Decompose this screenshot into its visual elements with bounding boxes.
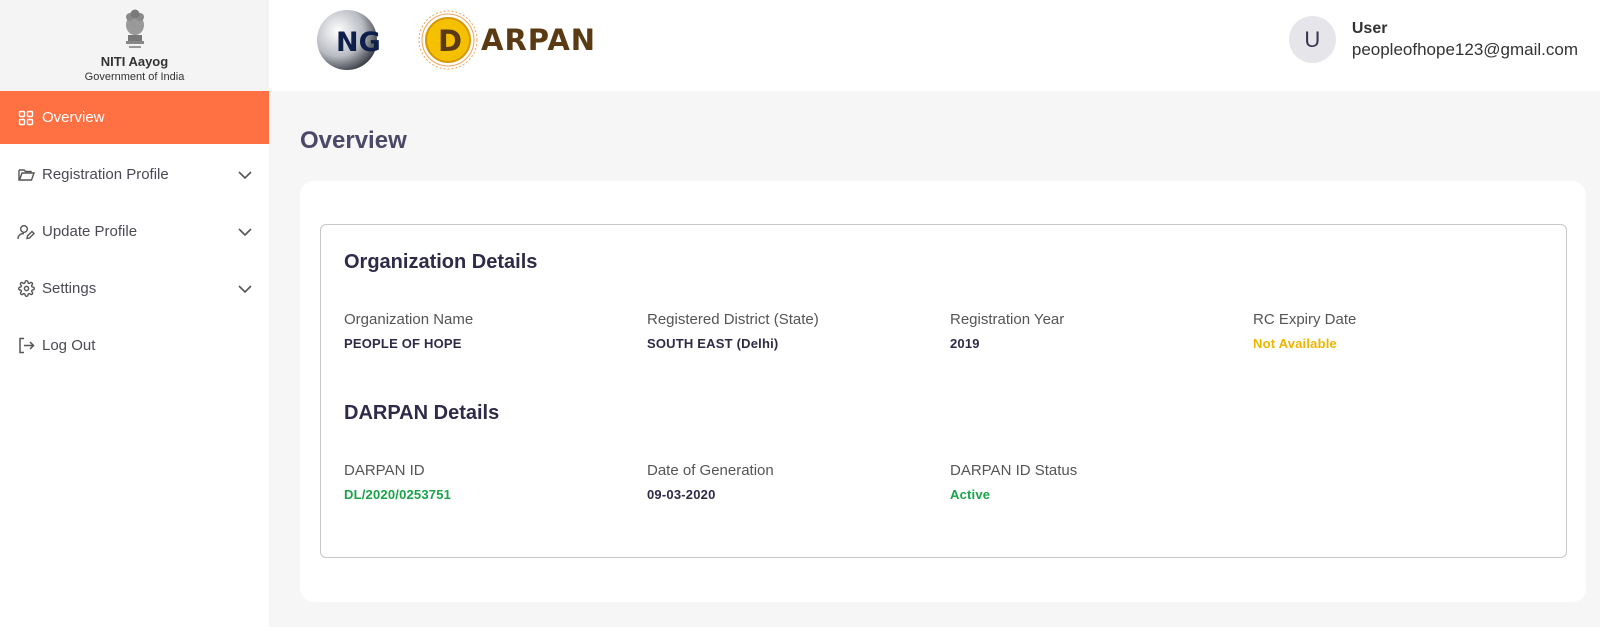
field-date-of-generation: Date of Generation 09-03-2020	[647, 462, 774, 502]
sidebar-item-label: Overview	[42, 109, 105, 126]
national-emblem-icon	[125, 9, 144, 48]
user-email: peopleofhope123@gmail.com	[1351, 39, 1578, 59]
field-registered-district: Registered District (State) SOUTH EAST (…	[647, 311, 819, 351]
field-value: 09-03-2020	[647, 487, 716, 502]
user-name: User	[1351, 19, 1388, 37]
field-label: Date of Generation	[647, 462, 774, 479]
darpan-wordmark: ARPAN	[481, 23, 597, 57]
chevron-down-icon	[238, 227, 252, 236]
field-rc-expiry-date: RC Expiry Date Not Available	[1253, 311, 1356, 351]
chevron-down-icon	[238, 284, 252, 293]
grid-icon	[17, 109, 35, 127]
field-value: PEOPLE OF HOPE	[344, 336, 462, 351]
field-label: Organization Name	[344, 311, 474, 328]
overview-card: Organization Details Organization Name P…	[300, 181, 1586, 602]
sidebar-item-label: Log Out	[42, 337, 96, 354]
sidebar-item-overview[interactable]: Overview	[0, 91, 269, 144]
sidebar-item-registration-profile[interactable]: Registration Profile	[0, 148, 269, 201]
field-value: 2019	[950, 336, 980, 351]
user-info: User peopleofhope123@gmail.com	[1352, 20, 1578, 60]
field-registration-year: Registration Year 2019	[950, 311, 1064, 351]
field-darpan-id: DARPAN ID DL/2020/0253751	[344, 462, 451, 502]
field-value: SOUTH EAST (Delhi)	[647, 336, 779, 351]
field-darpan-id-status: DARPAN ID Status Active	[950, 462, 1077, 502]
sidebar-item-label: Registration Profile	[42, 166, 169, 183]
darpan-details-heading: DARPAN Details	[344, 402, 500, 424]
folder-icon	[17, 166, 35, 184]
field-label: Registration Year	[950, 311, 1065, 328]
darpan-sun-emblem: D	[418, 10, 478, 70]
gear-icon	[17, 280, 35, 298]
sidebar-item-update-profile[interactable]: Update Profile	[0, 205, 269, 258]
page-title: Overview	[300, 127, 407, 154]
ngo-logo[interactable]: NGO	[315, 9, 379, 71]
sidebar: NITI Aayog Government of India Overview …	[0, 0, 269, 627]
brand-block: NITI Aayog Government of India	[0, 0, 269, 91]
field-value: Not Available	[1253, 336, 1337, 351]
status-badge: Active	[950, 487, 991, 502]
field-value: DL/2020/0253751	[344, 487, 452, 502]
sidebar-item-logout[interactable]: Log Out	[0, 319, 269, 372]
field-label: DARPAN ID Status	[950, 462, 1078, 479]
user-edit-icon	[17, 223, 35, 241]
svg-text:D: D	[438, 24, 462, 58]
brand-subtitle: Government of India	[84, 71, 185, 83]
details-panel: Organization Details Organization Name P…	[320, 224, 1567, 558]
field-organization-name: Organization Name PEOPLE OF HOPE	[344, 311, 473, 351]
sidebar-item-label: Settings	[42, 280, 97, 297]
darpan-logo[interactable]: D ARPAN	[417, 9, 596, 71]
field-label: DARPAN ID	[344, 462, 425, 479]
avatar[interactable]: U	[1288, 16, 1336, 63]
top-header: NGO D ARPAN U User peopleofhope123@gmail…	[269, 0, 1600, 91]
user-menu[interactable]: U User peopleofhope123@gmail.com	[1288, 16, 1578, 63]
logout-icon	[17, 337, 35, 355]
brand-name: NITI Aayog	[100, 54, 169, 69]
sidebar-item-settings[interactable]: Settings	[0, 262, 269, 315]
sidebar-item-label: Update Profile	[42, 223, 138, 240]
svg-text:NGO: NGO	[336, 27, 379, 58]
field-label: RC Expiry Date	[1253, 311, 1357, 328]
chevron-down-icon	[238, 170, 252, 179]
field-label: Registered District (State)	[647, 311, 819, 328]
organization-details-heading: Organization Details	[344, 251, 538, 273]
